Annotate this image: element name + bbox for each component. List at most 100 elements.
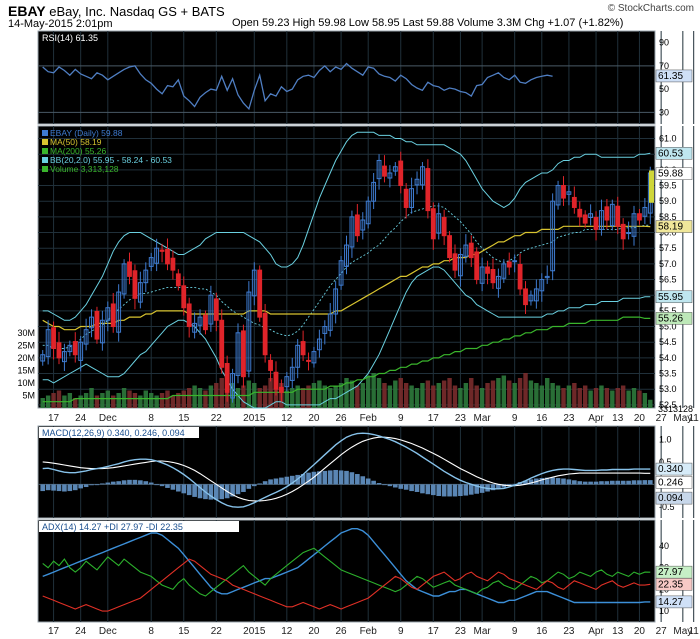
volume-bar — [420, 383, 425, 408]
x-tick-top: 23 — [455, 413, 467, 424]
volume-bar — [203, 390, 208, 408]
volume-bar — [615, 388, 620, 408]
macd-hist-bar — [257, 483, 263, 485]
price-tick: 53.5 — [659, 369, 677, 379]
candle-body — [219, 319, 225, 368]
price-tick: 54.5 — [659, 337, 677, 347]
volume-tick: 20M — [17, 353, 35, 363]
x-tick-bottom: 9 — [512, 626, 518, 637]
macd-value-label: 0.340 — [658, 464, 683, 475]
macd-hist-bar — [181, 484, 187, 494]
candle-body — [268, 359, 273, 371]
volume-bar — [143, 390, 148, 408]
macd-hist-bar — [479, 484, 485, 493]
macd-hist-bar — [333, 469, 338, 485]
candle-body — [430, 208, 436, 240]
candle-body — [273, 371, 279, 390]
candle-body — [506, 261, 512, 268]
macd-hist-bar — [555, 478, 561, 485]
x-tick-bottom: 20 — [634, 626, 646, 637]
macd-hist-bar — [604, 481, 610, 485]
macd-hist-bar — [327, 470, 333, 485]
x-tick-bottom: 17 — [428, 626, 440, 637]
volume-bar — [577, 388, 582, 408]
volume-bar — [550, 383, 555, 408]
candle-body — [213, 298, 219, 321]
volume-bar — [165, 390, 170, 408]
volume-bar — [94, 395, 100, 408]
company-name: eBay, Inc. — [49, 4, 107, 19]
candle-body — [512, 260, 518, 263]
macd-title: MACD(12,26,9) 0.340, 0.246, 0.094 — [42, 428, 185, 438]
macd-hist-bar — [463, 484, 469, 496]
macd-hist-bar — [393, 484, 398, 488]
macd-hist-bar — [620, 480, 626, 485]
adx-tick: 40 — [659, 541, 669, 551]
x-tick-top: 8 — [148, 413, 154, 424]
macd-hist-bar — [610, 480, 615, 485]
volume-bar — [333, 385, 338, 408]
macd-hist-bar — [409, 484, 414, 492]
volume-tick: 10M — [17, 378, 35, 388]
macd-hist-bar — [279, 477, 284, 485]
macd-hist-bar — [251, 484, 257, 487]
candle-body — [382, 165, 387, 177]
candle-body — [300, 341, 306, 356]
candle-body — [181, 285, 187, 309]
exchange: Nasdaq GS + BATS — [109, 4, 225, 19]
volume-bar — [159, 393, 165, 408]
volume-bar — [376, 378, 382, 408]
candle-body — [241, 330, 246, 378]
candle-body — [523, 288, 528, 306]
volume-bar — [599, 385, 604, 408]
macd-hist-bar — [615, 480, 621, 485]
volume-bar — [349, 380, 355, 408]
candle-body — [474, 251, 480, 281]
macd-hist-bar — [192, 484, 197, 497]
volume-bar — [490, 380, 496, 408]
candle-body — [159, 249, 165, 252]
macd-hist-bar — [40, 484, 46, 492]
macd-hist-bar — [582, 481, 588, 485]
candle-body — [51, 327, 56, 349]
volume-bar — [398, 378, 403, 408]
candle-body — [398, 160, 404, 187]
x-tick-top: 20 — [634, 413, 646, 424]
macd-hist-bar — [67, 484, 73, 492]
macd-hist-bar — [572, 480, 577, 485]
candle-body — [278, 386, 284, 393]
volume-bar — [648, 399, 653, 408]
mdi-value-label: 22.35 — [658, 579, 683, 590]
candle-body — [452, 253, 458, 271]
macd-hist-bar — [154, 484, 159, 486]
brand-watermark: © StockCharts.com — [607, 3, 694, 14]
macd-hist-bar — [110, 481, 116, 485]
x-tick-bottom: 2015 — [243, 626, 266, 637]
macd-hist-bar — [148, 482, 154, 485]
volume-bar — [561, 388, 566, 408]
volume-bar — [51, 393, 56, 408]
volume-bar — [620, 385, 626, 408]
volume-bar — [355, 385, 360, 408]
macd-hist-bar — [430, 484, 436, 496]
price-legend-entry: Volume 3,313,128 — [50, 164, 119, 174]
volume-bar — [458, 388, 463, 408]
macd-signal-label: 0.246 — [658, 477, 683, 488]
x-tick-top: 22 — [211, 413, 223, 424]
volume-tick: 15M — [17, 366, 35, 376]
volume-bar — [56, 390, 62, 408]
x-tick-bottom: 8 — [148, 626, 154, 637]
adx-value-label: 14.27 — [658, 597, 683, 608]
volume-bar — [365, 375, 371, 408]
price-label: 58.19 — [658, 222, 683, 233]
macd-hist-bar — [268, 479, 273, 485]
macd-hist-bar — [62, 484, 67, 492]
macd-hist-bar — [56, 484, 62, 492]
macd-hist-bar — [452, 484, 458, 497]
volume-bar — [40, 398, 45, 408]
volume-tick: 5M — [22, 391, 35, 401]
x-tick-top: Mar — [474, 413, 492, 424]
volume-bar — [311, 383, 317, 408]
candle-body — [468, 242, 474, 259]
rsi-tick: 90 — [659, 38, 669, 48]
